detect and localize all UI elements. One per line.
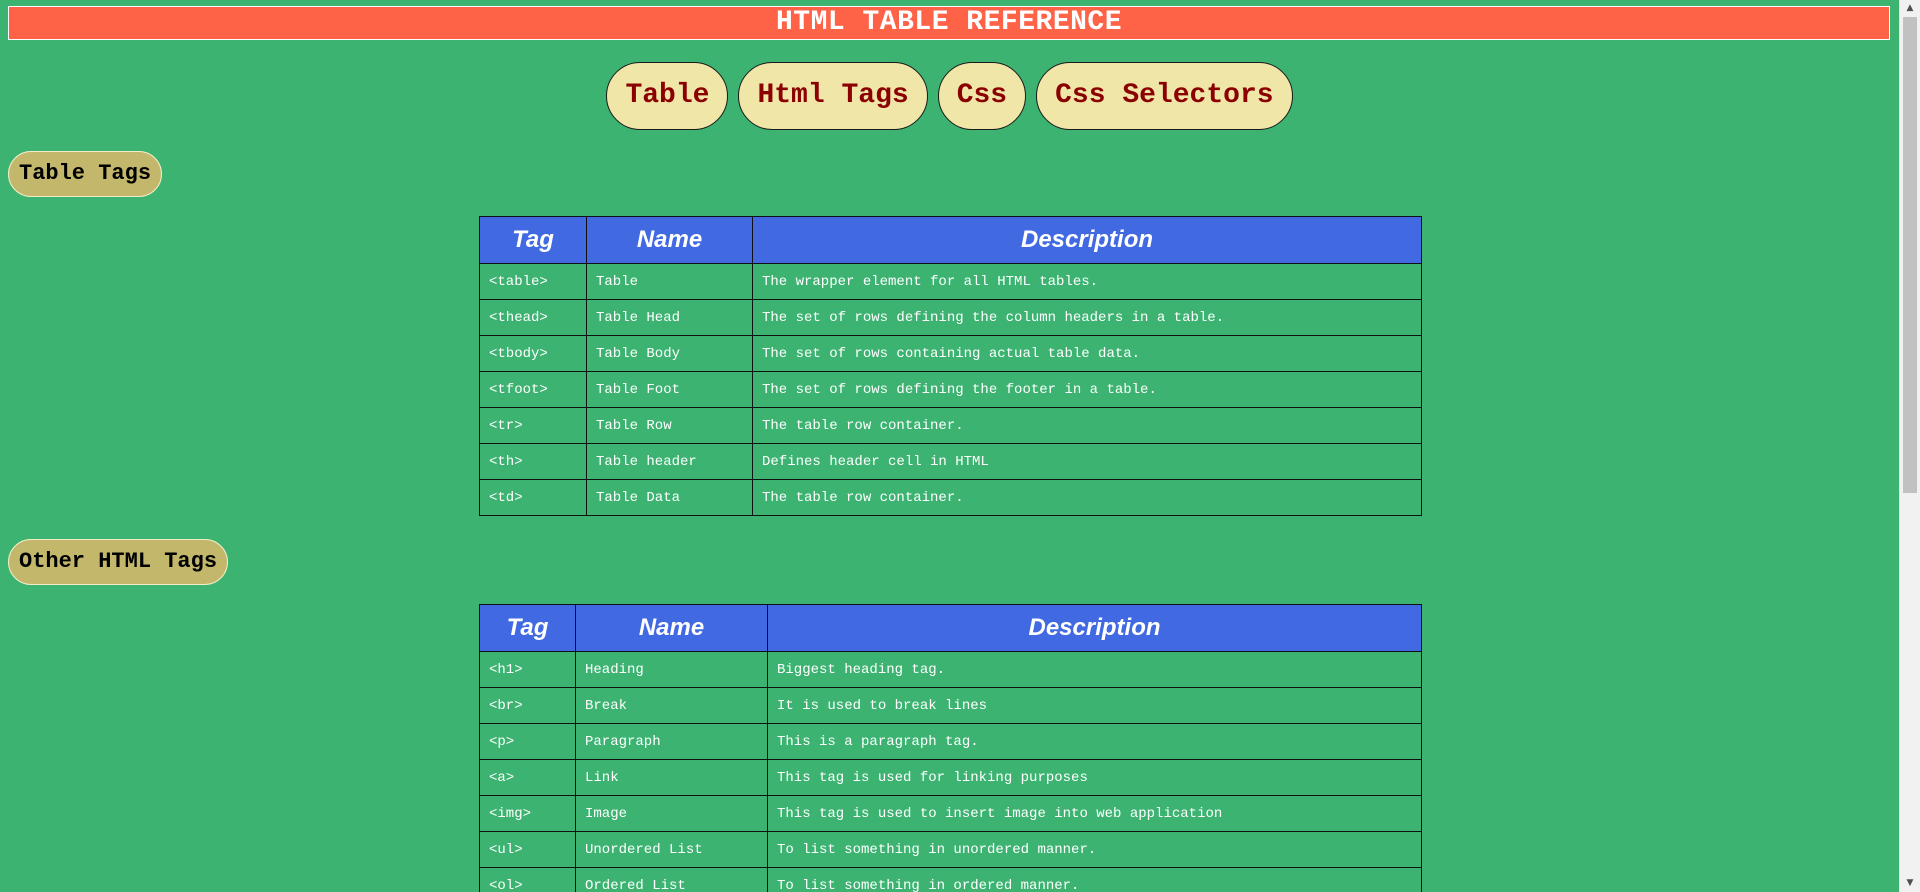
cell-tag: <img> xyxy=(479,795,576,832)
nav-button-table[interactable]: Table xyxy=(606,62,729,130)
table-row: <tfoot> Table Foot The set of rows defin… xyxy=(479,371,1422,408)
cell-name: Table Row xyxy=(586,407,753,444)
scroll-up-arrow-icon[interactable]: ▲ xyxy=(1900,0,1920,17)
cell-tag: <h1> xyxy=(479,651,576,688)
cell-tag: <ul> xyxy=(479,831,576,868)
column-header-name: Name xyxy=(586,216,753,264)
cell-tag: <th> xyxy=(479,443,587,480)
cell-tag: <thead> xyxy=(479,299,587,336)
column-header-tag: Tag xyxy=(479,604,576,652)
table-tags-table: Tag Name Description <table> Table The w… xyxy=(479,216,1422,516)
cell-name: Table Head xyxy=(586,299,753,336)
vertical-scrollbar[interactable]: ▲ ▼ xyxy=(1899,0,1920,892)
top-nav: Table Html Tags Css Css Selectors xyxy=(0,62,1899,130)
cell-name: Break xyxy=(575,687,768,724)
column-header-tag: Tag xyxy=(479,216,587,264)
cell-name: Link xyxy=(575,759,768,796)
cell-description: It is used to break lines xyxy=(767,687,1422,724)
table-header-row: Tag Name Description xyxy=(479,216,1422,264)
table-header-row: Tag Name Description xyxy=(479,604,1422,652)
cell-description: Biggest heading tag. xyxy=(767,651,1422,688)
cell-name: Table xyxy=(586,263,753,300)
table-row: <ol> Ordered List To list something in o… xyxy=(479,867,1422,892)
table-row: <h1> Heading Biggest heading tag. xyxy=(479,651,1422,688)
cell-description: This is a paragraph tag. xyxy=(767,723,1422,760)
cell-tag: <td> xyxy=(479,479,587,516)
cell-name: Table Foot xyxy=(586,371,753,408)
cell-name: Paragraph xyxy=(575,723,768,760)
cell-description: The wrapper element for all HTML tables. xyxy=(752,263,1422,300)
table-row: <img> Image This tag is used to insert i… xyxy=(479,795,1422,832)
cell-name: Table Data xyxy=(586,479,753,516)
table-row: <tr> Table Row The table row container. xyxy=(479,407,1422,444)
page: HTML TABLE REFERENCE Table Html Tags Css… xyxy=(0,0,1899,892)
cell-tag: <p> xyxy=(479,723,576,760)
cell-description: The table row container. xyxy=(752,479,1422,516)
cell-description: The set of rows defining the column head… xyxy=(752,299,1422,336)
nav-button-css-selectors[interactable]: Css Selectors xyxy=(1036,62,1293,130)
cell-name: Unordered List xyxy=(575,831,768,868)
cell-description: To list something in ordered manner. xyxy=(767,867,1422,892)
cell-tag: <table> xyxy=(479,263,587,300)
scrollbar-thumb[interactable] xyxy=(1903,17,1917,493)
cell-description: This tag is used to insert image into we… xyxy=(767,795,1422,832)
section-heading-table-tags: Table Tags xyxy=(8,151,163,197)
cell-name: Ordered List xyxy=(575,867,768,892)
other-html-tags-table: Tag Name Description <h1> Heading Bigges… xyxy=(479,604,1422,892)
page-title: HTML TABLE REFERENCE xyxy=(8,6,1890,40)
cell-tag: <ol> xyxy=(479,867,576,892)
table-row: <td> Table Data The table row container. xyxy=(479,479,1422,516)
cell-name: Table header xyxy=(586,443,753,480)
nav-button-html-tags[interactable]: Html Tags xyxy=(738,62,928,130)
cell-name: Image xyxy=(575,795,768,832)
table-row: <p> Paragraph This is a paragraph tag. xyxy=(479,723,1422,760)
column-header-name: Name xyxy=(575,604,768,652)
cell-description: To list something in unordered manner. xyxy=(767,831,1422,868)
cell-name: Table Body xyxy=(586,335,753,372)
section-heading-other-html-tags: Other HTML Tags xyxy=(8,539,229,585)
column-header-description: Description xyxy=(752,216,1422,264)
cell-description: This tag is used for linking purposes xyxy=(767,759,1422,796)
table-row: <ul> Unordered List To list something in… xyxy=(479,831,1422,868)
cell-name: Heading xyxy=(575,651,768,688)
cell-tag: <tfoot> xyxy=(479,371,587,408)
table-row: <br> Break It is used to break lines xyxy=(479,687,1422,724)
cell-description: The set of rows containing actual table … xyxy=(752,335,1422,372)
table-row: <tbody> Table Body The set of rows conta… xyxy=(479,335,1422,372)
cell-description: The set of rows defining the footer in a… xyxy=(752,371,1422,408)
cell-tag: <br> xyxy=(479,687,576,724)
cell-description: The table row container. xyxy=(752,407,1422,444)
cell-tag: <tbody> xyxy=(479,335,587,372)
table-row: <th> Table header Defines header cell in… xyxy=(479,443,1422,480)
table-row: <a> Link This tag is used for linking pu… xyxy=(479,759,1422,796)
table-row: <thead> Table Head The set of rows defin… xyxy=(479,299,1422,336)
table-row: <table> Table The wrapper element for al… xyxy=(479,263,1422,300)
cell-description: Defines header cell in HTML xyxy=(752,443,1422,480)
column-header-description: Description xyxy=(767,604,1422,652)
cell-tag: <a> xyxy=(479,759,576,796)
nav-button-css[interactable]: Css xyxy=(937,62,1027,130)
cell-tag: <tr> xyxy=(479,407,587,444)
scroll-down-arrow-icon[interactable]: ▼ xyxy=(1900,875,1920,892)
